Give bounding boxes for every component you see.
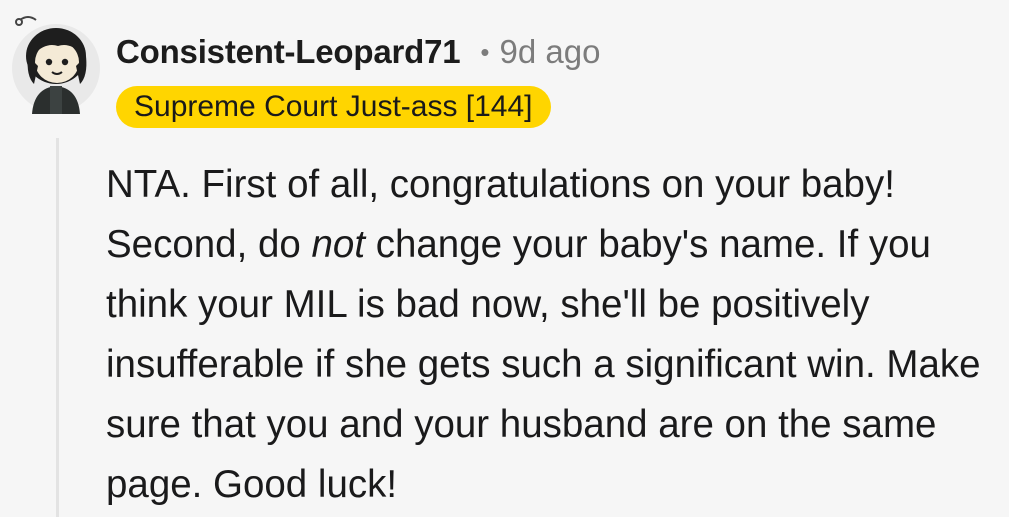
username-link[interactable]: Consistent-Leopard71 — [116, 33, 461, 71]
comment-body-emphasis: not — [311, 223, 366, 266]
comment: Consistent-Leopard71 • 9d ago Supreme Co… — [0, 0, 1009, 517]
comment-body: NTA. First of all, congratulations on yo… — [106, 155, 1006, 515]
user-flair-badge: Supreme Court Just-ass [144] — [116, 86, 551, 128]
metadata-separator: • — [480, 36, 490, 67]
avatar-illustration — [12, 16, 100, 114]
comment-metadata: Consistent-Leopard71 • 9d ago — [116, 30, 600, 74]
user-avatar-icon[interactable] — [10, 12, 102, 114]
comment-timestamp[interactable]: 9d ago — [500, 33, 601, 71]
thread-collapse-line[interactable] — [56, 138, 59, 517]
